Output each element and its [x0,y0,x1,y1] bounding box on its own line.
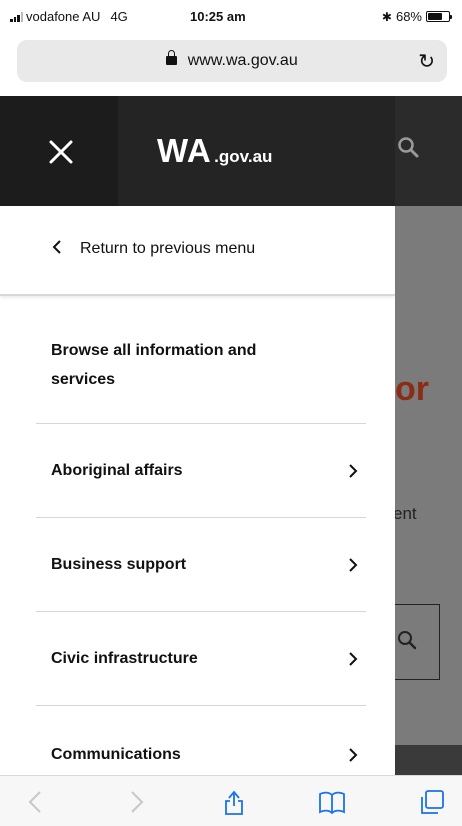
menu-item-label: Civic infrastructure [51,650,198,667]
lock-icon [166,50,178,65]
menu-item-label: Business support [51,556,187,573]
signal-strength-icon [10,11,23,22]
back-icon[interactable] [22,788,50,816]
return-to-previous-menu[interactable]: Return to previous menu [0,206,395,296]
battery-percent: 68% [395,9,422,24]
bluetooth-icon: ✱ [381,9,392,24]
address-bar[interactable]: www.wa.gov.au ↻ [17,40,447,82]
search-icon[interactable] [397,136,419,158]
menu-item-aboriginal-affairs[interactable]: Aboriginal affairs [36,424,366,518]
chevron-right-icon [349,558,358,572]
forward-icon[interactable] [122,788,150,816]
menu-item-civic-infrastructure[interactable]: Civic infrastructure [36,612,366,706]
bookmarks-icon[interactable] [318,788,346,816]
battery-icon [426,11,452,22]
menu-item-label: Aboriginal affairs [51,462,183,479]
menu-header: WA .gov.au [0,96,395,206]
logo-main: WA [157,132,212,169]
menu-item-label: Communications [51,746,181,763]
chevron-right-icon [349,464,358,478]
url-text: www.wa.gov.au [187,52,298,69]
page-text-fragment: ent [393,504,417,523]
chevron-right-icon [349,748,358,762]
site-logo[interactable]: WA .gov.au [157,132,272,170]
browser-toolbar [0,775,462,826]
logo-suffix: .gov.au [214,147,273,166]
chevron-left-icon [52,240,61,254]
close-menu-button[interactable] [0,96,118,206]
menu-item-business-support[interactable]: Business support [36,518,366,612]
menu-item-communications[interactable]: Communications [36,706,366,775]
share-icon[interactable] [220,788,248,816]
navigation-menu: Return to previous menu Browse all infor… [0,206,395,775]
network-type: 4G [110,9,128,24]
search-icon [398,631,417,650]
chevron-right-icon [349,652,358,666]
close-icon [49,140,73,164]
return-label: Return to previous menu [80,240,256,257]
page-title-fragment: or [395,370,429,408]
battery-fill [428,13,442,20]
menu-item-label: Browse all information and services [51,342,257,388]
reload-icon[interactable]: ↻ [418,49,435,74]
clock: 10:25 am [190,9,246,24]
carrier-name: vodafone AU [26,9,101,24]
tabs-icon[interactable] [418,788,446,816]
menu-item-browse-all[interactable]: Browse all information and services [36,296,366,424]
status-bar: vodafone AU 4G 10:25 am ✱ 68% [0,0,462,36]
